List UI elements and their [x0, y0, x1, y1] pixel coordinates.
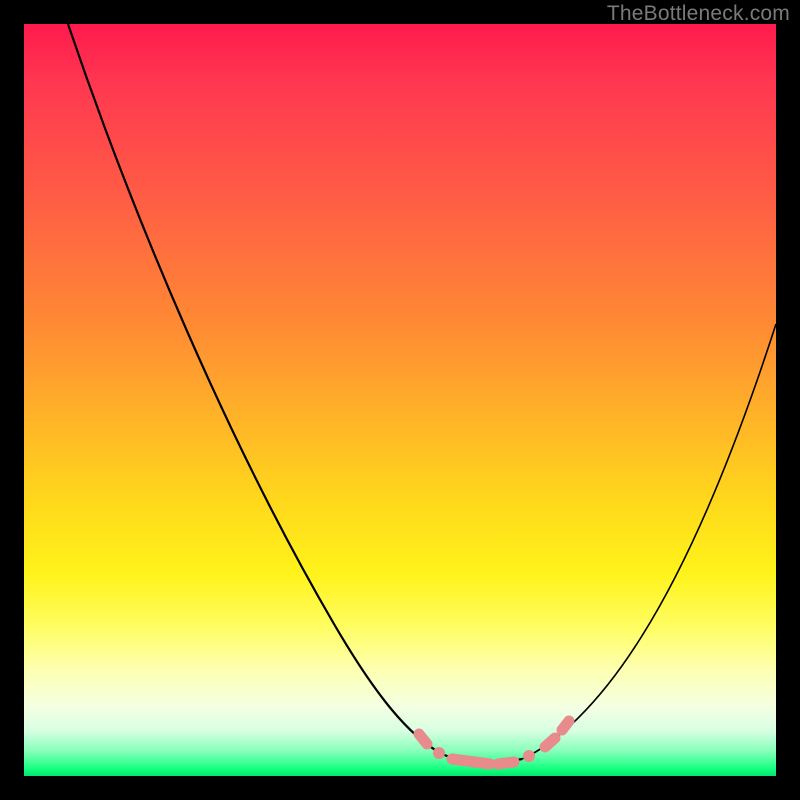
- outer-frame: TheBottleneck.com: [0, 0, 800, 800]
- curve-left-limb: [68, 24, 442, 754]
- valley-marker-seg: [562, 721, 569, 730]
- watermark-text: TheBottleneck.com: [607, 2, 790, 26]
- valley-marker-seg: [452, 759, 490, 764]
- valley-marker-seg: [419, 734, 427, 744]
- valley-markers: [419, 721, 569, 764]
- plot-area: [24, 24, 776, 776]
- valley-marker-dot: [523, 750, 535, 762]
- valley-marker-dot: [433, 747, 445, 759]
- valley-marker-seg: [498, 762, 514, 764]
- curve-right-limb: [522, 324, 776, 759]
- bottleneck-curve: [24, 24, 776, 776]
- valley-marker-seg: [545, 738, 555, 747]
